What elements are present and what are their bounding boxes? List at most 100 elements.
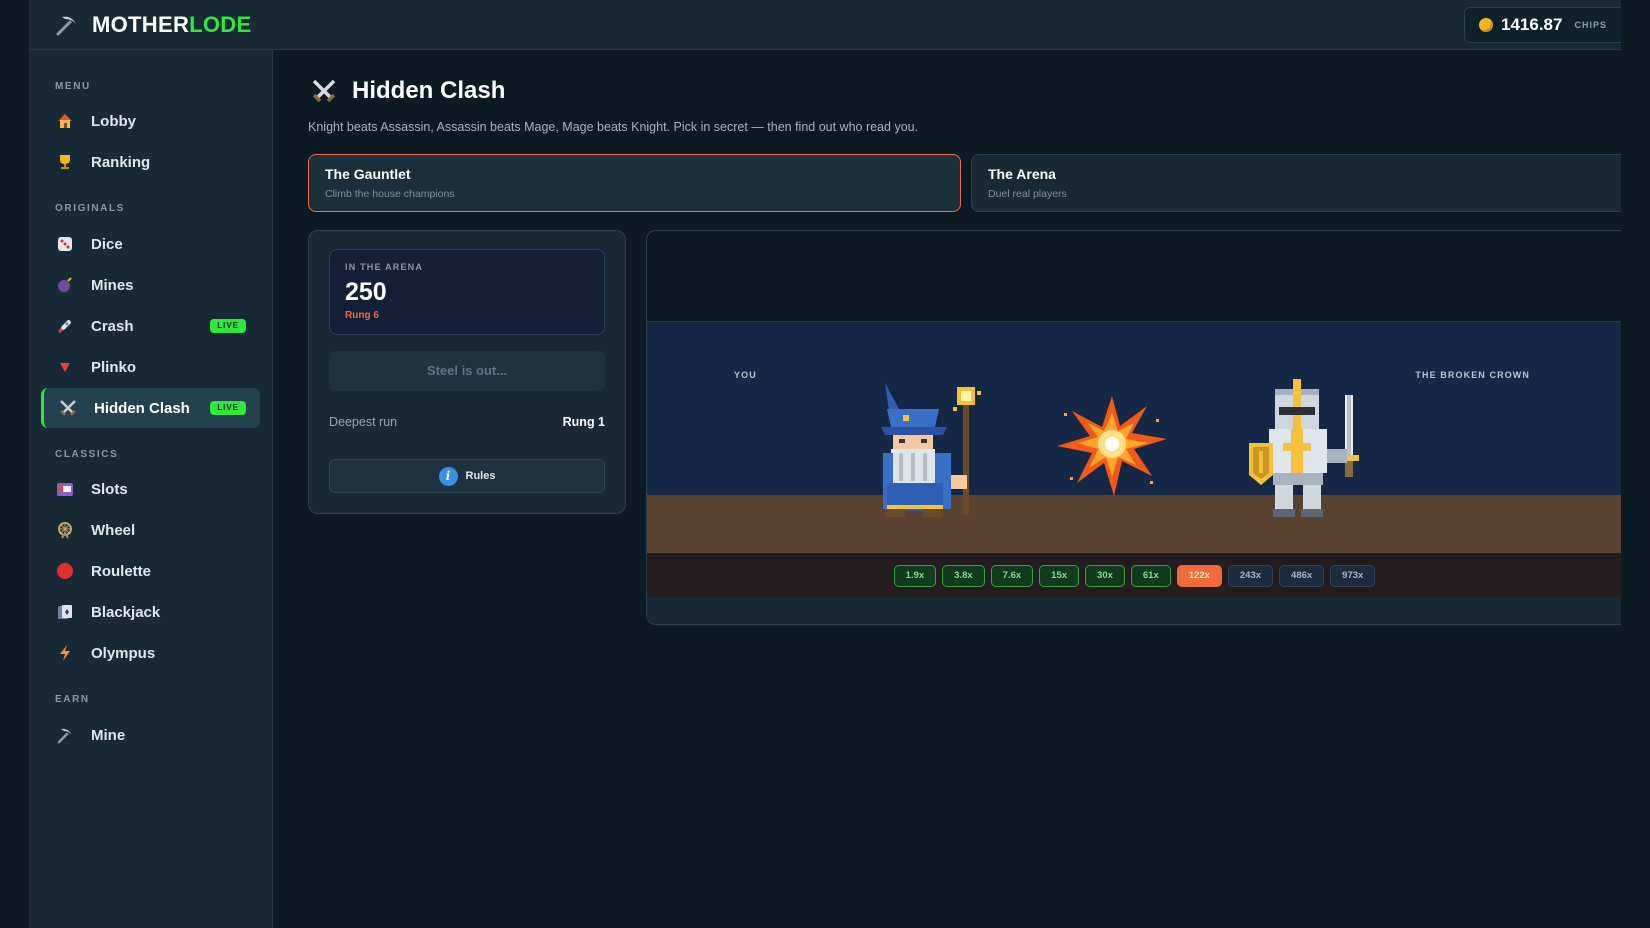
current-rung: Rung 6 xyxy=(345,310,379,321)
sidebar-item-label: Mine xyxy=(91,726,126,744)
sidebar-item-label: Roulette xyxy=(91,562,151,580)
section-label-menu: MENU xyxy=(55,81,91,92)
section-label-originals: ORIGINALS xyxy=(55,203,125,214)
multiplier-step[interactable]: 7.6x xyxy=(990,565,1034,587)
live-badge: LIVE xyxy=(210,319,246,333)
stake-value: 250 xyxy=(345,278,387,306)
brand-name-lode: LODE xyxy=(189,12,252,37)
sidebar-item-crash[interactable]: Crash LIVE xyxy=(41,306,260,346)
sidebar-item-wheel[interactable]: Wheel xyxy=(41,510,260,550)
arena-scene: YOU THE BROKEN CROWN 1.9x 3.8x 7.6x 15x … xyxy=(646,230,1621,625)
sidebar-item-blackjack[interactable]: Blackjack xyxy=(41,592,260,632)
sidebar-item-hidden-clash[interactable]: Hidden Clash LIVE xyxy=(41,388,260,428)
sidebar-item-label: Hidden Clash xyxy=(94,399,190,417)
brand-logo[interactable]: MOTHERLODE xyxy=(54,12,251,38)
mode-card-gauntlet[interactable]: The Gauntlet Climb the house champions xyxy=(308,154,961,212)
balance-display[interactable]: 1416.87 CHIPS xyxy=(1464,7,1621,43)
triangle-down-icon xyxy=(55,357,75,377)
live-badge: LIVE xyxy=(210,401,246,415)
sidebar-item-roulette[interactable]: Roulette xyxy=(41,551,260,591)
scene-ground xyxy=(647,495,1621,553)
sidebar-item-mine[interactable]: Mine xyxy=(41,715,260,755)
mode-subtitle: Climb the house champions xyxy=(325,188,455,200)
multiplier-ladder: 1.9x 3.8x 7.6x 15x 30x 61x 122x 243x 486… xyxy=(647,565,1621,587)
sidebar-item-label: Ranking xyxy=(91,153,151,171)
multiplier-step[interactable]: 15x xyxy=(1039,565,1080,587)
bomb-icon xyxy=(55,275,75,295)
sidebar-item-olympus[interactable]: Olympus xyxy=(41,633,260,673)
sidebar-item-label: Crash xyxy=(91,317,134,335)
coin-icon xyxy=(1479,18,1493,32)
status-button[interactable]: Steel is out... xyxy=(329,351,605,391)
balance-value: 1416.87 xyxy=(1501,15,1563,34)
multiplier-step[interactable]: 30x xyxy=(1085,565,1125,587)
info-icon: i xyxy=(438,466,458,486)
sidebar-item-dice[interactable]: Dice xyxy=(41,224,260,264)
crossed-swords-icon xyxy=(312,79,336,103)
knight-sprite-icon xyxy=(1249,379,1359,517)
multiplier-step[interactable]: 243x xyxy=(1227,565,1274,587)
multiplier-step[interactable]: 486x xyxy=(1279,565,1325,587)
page-subtitle: Knight beats Assassin, Assassin beats Ma… xyxy=(308,120,919,134)
sidebar-item-label: Lobby xyxy=(91,112,136,130)
sidebar-item-ranking[interactable]: Ranking xyxy=(41,142,260,182)
mode-card-arena[interactable]: The Arena Duel real players xyxy=(971,154,1621,212)
mode-subtitle: Duel real players xyxy=(988,188,1067,200)
page-title: Hidden Clash xyxy=(352,77,506,104)
sidebar-item-label: Mines xyxy=(91,276,134,294)
player-label: YOU xyxy=(734,370,757,380)
mage-sprite-icon xyxy=(881,383,981,517)
page-header: Hidden Clash xyxy=(310,77,505,105)
control-panel: IN THE ARENA 250 Rung 6 Steel is out... … xyxy=(308,230,626,514)
stake-box: IN THE ARENA 250 Rung 6 xyxy=(329,249,605,335)
trophy-icon xyxy=(55,152,75,172)
top-bar: MOTHERLODE 1416.87 CHIPS xyxy=(29,0,1621,50)
house-icon xyxy=(55,111,75,131)
sidebar: MENU Lobby Ranking ORIGINALS Dice Mines … xyxy=(29,50,273,928)
ferris-wheel-icon xyxy=(55,520,75,540)
section-label-earn: EARN xyxy=(55,694,90,705)
lightning-icon xyxy=(55,643,75,663)
scene-header xyxy=(647,231,1621,322)
cards-icon xyxy=(55,602,75,622)
deepest-run-label: Deepest run xyxy=(329,415,398,429)
clash-burst-icon xyxy=(1057,396,1167,496)
scene-footer xyxy=(647,597,1621,624)
brand-name-mother: MOTHER xyxy=(92,12,190,37)
pickaxe-icon xyxy=(56,16,76,36)
multiplier-step[interactable]: 1.9x xyxy=(893,565,937,587)
sidebar-item-label: Dice xyxy=(91,235,123,253)
dice-icon xyxy=(55,234,75,254)
multiplier-step[interactable]: 3.8x xyxy=(942,565,985,587)
sidebar-item-label: Plinko xyxy=(91,358,137,376)
opponent-label: THE BROKEN CROWN xyxy=(1415,370,1530,380)
crossed-swords-icon xyxy=(58,398,78,418)
slot-machine-icon xyxy=(55,479,75,499)
sidebar-item-label: Blackjack xyxy=(91,603,161,621)
sidebar-item-mines[interactable]: Mines xyxy=(41,265,260,305)
sidebar-item-plinko[interactable]: Plinko xyxy=(41,347,260,387)
deepest-run-row: Deepest run Rung 1 xyxy=(329,415,605,429)
brand-name: MOTHERLODE xyxy=(92,12,251,38)
mode-title: The Gauntlet xyxy=(325,166,411,182)
mode-title: The Arena xyxy=(988,166,1056,182)
sidebar-item-label: Slots xyxy=(91,480,128,498)
sidebar-item-slots[interactable]: Slots xyxy=(41,469,260,509)
multiplier-step[interactable]: 973x xyxy=(1330,565,1376,587)
multiplier-step[interactable]: 61x xyxy=(1130,565,1171,587)
app-root: MOTHERLODE 1416.87 CHIPS MENU Lobby Rank… xyxy=(0,0,1650,928)
deepest-run-value: Rung 1 xyxy=(562,415,605,429)
main-content: Hidden Clash Knight beats Assassin, Assa… xyxy=(274,50,1621,928)
multiplier-step-current[interactable]: 122x xyxy=(1176,565,1222,587)
rules-button[interactable]: i Rules xyxy=(329,459,605,493)
sidebar-item-label: Wheel xyxy=(91,521,136,539)
pickaxe-icon xyxy=(55,725,75,745)
rocket-icon xyxy=(55,316,75,336)
balance-unit: CHIPS xyxy=(1574,20,1607,30)
section-label-classics: CLASSICS xyxy=(55,449,119,460)
sidebar-item-lobby[interactable]: Lobby xyxy=(41,101,260,141)
rules-label: Rules xyxy=(465,470,496,482)
red-circle-icon xyxy=(55,561,75,581)
stake-label: IN THE ARENA xyxy=(345,262,424,272)
sidebar-item-label: Olympus xyxy=(91,644,156,662)
